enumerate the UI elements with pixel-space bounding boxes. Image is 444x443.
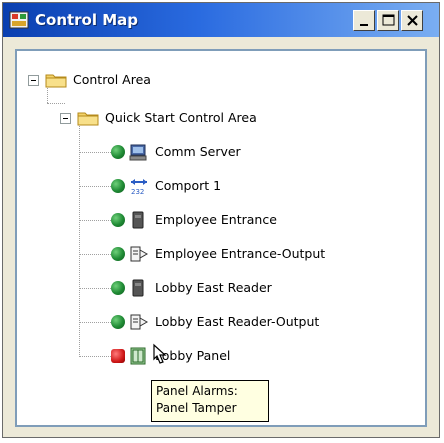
tree-item-employee-entrance-output[interactable]: Employee Entrance-Output [111, 243, 421, 265]
status-online-icon [111, 145, 125, 159]
status-alarm-icon [111, 349, 125, 363]
close-button[interactable] [401, 10, 423, 31]
tree-node-label: Quick Start Control Area [105, 110, 257, 125]
tree-line [79, 356, 111, 357]
comport-icon: 232 [131, 179, 147, 195]
maximize-icon [382, 14, 395, 26]
tree-line [79, 123, 80, 355]
tree-line [79, 322, 111, 323]
tree-item-label: Employee Entrance [155, 212, 277, 227]
minimize-button[interactable] [353, 10, 375, 31]
status-online-icon [111, 179, 125, 193]
status-online-icon [111, 281, 125, 295]
mouse-cursor-icon [153, 343, 167, 364]
title-bar[interactable]: Control Map [3, 3, 439, 37]
panel-icon [130, 347, 146, 365]
tooltip-line-2: Panel Tamper [156, 401, 237, 415]
output-icon [130, 314, 149, 330]
tree-line [79, 186, 111, 187]
tooltip-line-1: Panel Alarms: [156, 384, 238, 398]
server-icon [129, 144, 147, 161]
tree-item-label: Lobby East Reader-Output [155, 314, 320, 329]
tree-node-label: Control Area [73, 72, 151, 87]
tree-item-label: Lobby East Reader [155, 280, 272, 295]
reader-icon [132, 279, 144, 297]
tree-line [79, 288, 111, 289]
collapse-toggle-root[interactable] [28, 75, 39, 86]
control-tree[interactable]: Control Area Quick Start Control Area Co… [15, 49, 427, 427]
status-online-icon [111, 247, 125, 261]
window-title: Control Map [35, 11, 139, 29]
tree-item-comport-1[interactable]: 232 Comport 1 [111, 175, 411, 197]
maximize-button[interactable] [377, 10, 399, 31]
status-online-icon [111, 213, 125, 227]
status-online-icon [111, 315, 125, 329]
tree-item-employee-entrance[interactable]: Employee Entrance [111, 209, 411, 231]
tree-line [79, 152, 111, 153]
tree-item-label: Comm Server [155, 144, 241, 159]
tree-item-label: Comport 1 [155, 178, 222, 193]
alarm-tooltip: Panel Alarms: Panel Tamper [151, 380, 269, 422]
tree-line [47, 103, 65, 104]
tree-item-label: Employee Entrance-Output [155, 246, 326, 261]
control-map-window: Control Map Control Area Quick Start Con… [2, 2, 440, 438]
minimize-icon [360, 24, 368, 26]
output-icon [130, 246, 149, 262]
reader-icon [132, 211, 144, 229]
control-map-app-icon [9, 11, 29, 29]
collapse-toggle-child[interactable] [60, 113, 71, 124]
tree-line [79, 220, 111, 221]
svg-text:232: 232 [131, 188, 144, 195]
folder-icon [77, 112, 99, 126]
close-icon [407, 15, 418, 26]
tree-item-comm-server[interactable]: Comm Server [111, 141, 411, 163]
folder-icon [45, 74, 67, 88]
tree-line [79, 254, 111, 255]
tree-item-lobby-east-reader-output[interactable]: Lobby East Reader-Output [111, 311, 421, 333]
tree-item-lobby-east-reader[interactable]: Lobby East Reader [111, 277, 411, 299]
